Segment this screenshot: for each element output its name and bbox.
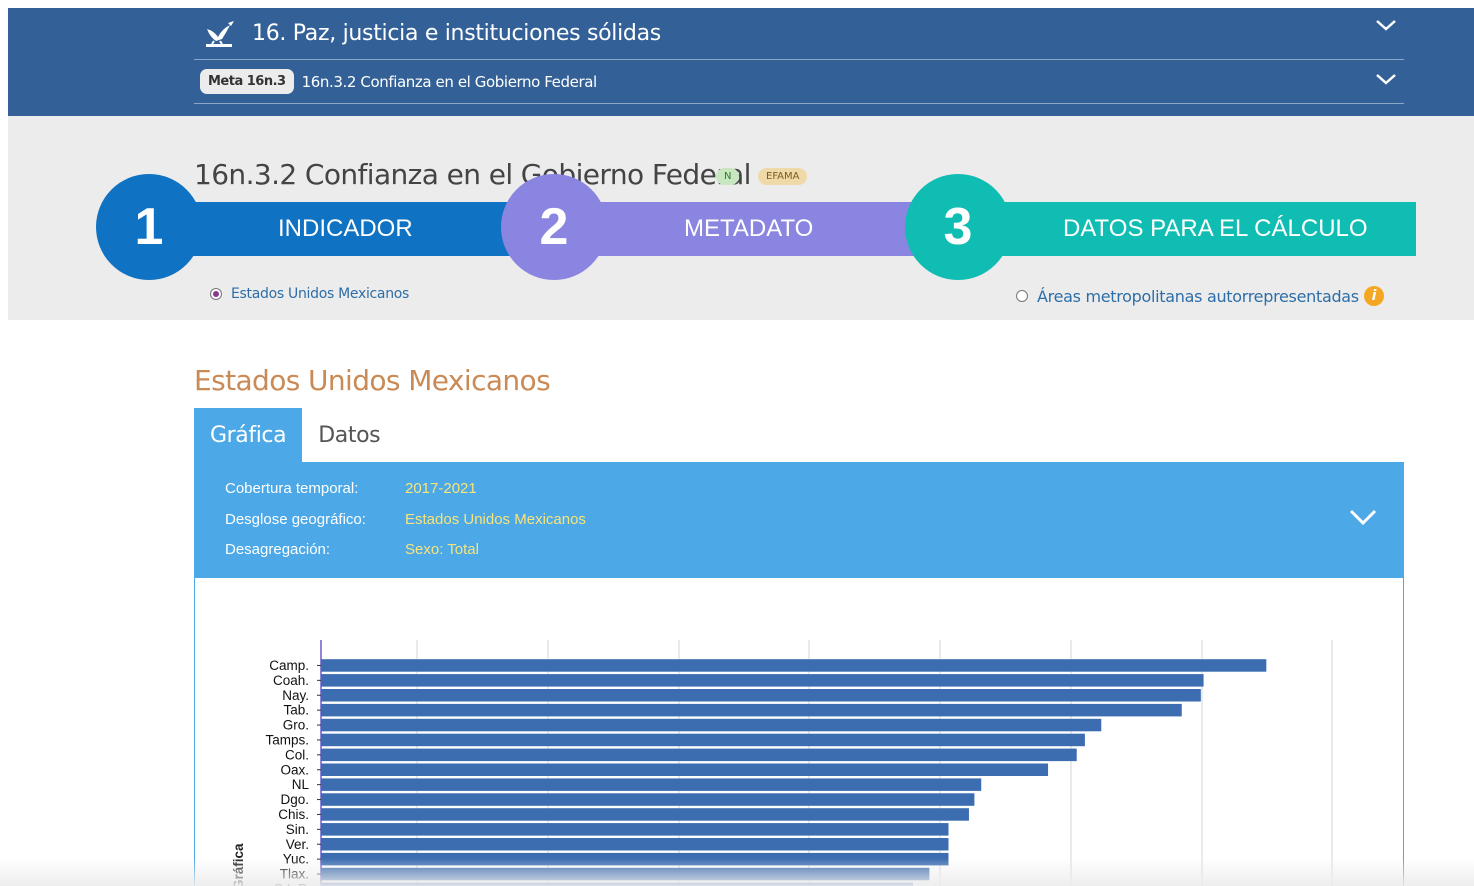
bar[interactable] [321,659,1267,672]
bar[interactable] [321,703,1182,717]
filter-panel: Cobertura temporal: 2017-2021 Desglose ge… [194,462,1404,578]
section-title: Estados Unidos Mexicanos [194,364,551,397]
chart-frame: Camp. Coah. Nay. Tab. Gro. Tamps. Col. Oax. NL Dg… [194,578,1404,886]
filter-desglose: Desglose geográfico: Estados Unidos Mexic… [225,511,586,528]
badge-n: N [716,168,740,185]
y-tick-label: Tamps. [265,732,309,747]
bar[interactable] [321,763,1049,777]
tab-datos[interactable]: Datos [302,408,396,462]
y-tick-label: Col. [285,747,309,762]
filter-value: 2017-2021 [405,480,477,497]
chevron-down-icon[interactable] [1348,506,1378,528]
bar[interactable] [321,838,949,851]
y-tick-label: Camp. [269,658,309,673]
radio-metro[interactable]: Áreas metropolitanas autorrepresentadas … [1016,286,1384,306]
bar-chart: Camp.Coah.Nay.Tab.Gro.Tamps.Col.Oax.NLDg… [231,640,1333,886]
step-label: METADATO [684,215,814,242]
chevron-down-icon[interactable] [1374,70,1398,90]
bar[interactable] [321,733,1085,747]
filter-value: Sexo: Total [405,541,479,558]
y-tick-label: NL [292,777,310,792]
step-datos-calculo[interactable]: DATOS PARA EL CÁLCULO [956,202,1416,256]
page: 16. Paz, justicia e instituciones sólida… [0,0,1474,886]
goal-title: 16. Paz, justicia e instituciones sólida… [252,21,661,46]
dove-icon [202,16,238,52]
tab-bar: Gráfica Datos [194,408,396,462]
radio-label: Estados Unidos Mexicanos [231,286,410,302]
y-tick-label: Sin. [286,822,309,837]
filter-label: Desagregación: [225,541,331,558]
y-tick-label: Tab. [283,703,309,718]
bar[interactable] [321,778,982,791]
bar[interactable] [321,808,969,821]
filter-value: Estados Unidos Mexicanos [405,511,586,528]
meta-row[interactable]: Meta 16n.3 16n.3.2 Confianza en el Gobie… [194,60,1404,104]
y-tick-label: Dgo. [280,792,309,807]
bar[interactable] [321,748,1077,762]
bar[interactable] [321,793,975,806]
bar[interactable] [321,674,1204,687]
step-indicador[interactable]: INDICADOR [146,202,556,256]
tab-grafica[interactable]: Gráfica [194,408,303,462]
bar[interactable] [321,718,1102,732]
filter-label: Cobertura temporal: [225,480,359,497]
step-number-circle: 3 [905,174,1011,280]
y-tick-label: Chis. [278,807,309,822]
meta-pill: Meta 16n.3 [200,69,294,94]
filter-label: Desglose geográfico: [225,511,366,528]
step-label: DATOS PARA EL CÁLCULO [1063,215,1368,242]
badge-efama: EFAMA [758,168,808,185]
indicator-title: 16n.3.2 Confianza en el Gobierno Federal [194,158,751,191]
radio-checked-icon[interactable] [210,288,222,300]
y-tick-label: Ver. [286,837,309,852]
goal-header: 16. Paz, justicia e instituciones sólida… [8,8,1474,116]
filter-cobertura: Cobertura temporal: 2017-2021 [225,480,477,497]
radio-national[interactable]: Estados Unidos Mexicanos [210,286,409,302]
y-tick-label: Coah. [273,673,309,688]
step-number-circle: 2 [501,174,607,280]
radio-unchecked-icon[interactable] [1016,290,1028,302]
step-label: INDICADOR [278,215,413,242]
bar[interactable] [321,823,949,836]
radio-label: Áreas metropolitanas autorrepresentadas [1037,286,1359,306]
goal-row[interactable]: 16. Paz, justicia e instituciones sólida… [194,8,1404,60]
y-tick-label: Nay. [282,688,309,703]
info-icon[interactable]: i [1363,286,1384,306]
bar[interactable] [321,689,1201,702]
step-metadato[interactable]: METADATO [552,202,962,256]
filter-desagregacion: Desagregación: Sexo: Total [225,541,479,558]
chevron-down-icon[interactable] [1374,16,1398,36]
step-number-circle: 1 [96,174,202,280]
meta-text: 16n.3.2 Confianza en el Gobierno Federal [301,72,598,91]
bottom-fade [0,858,1474,886]
y-tick-label: Oax. [280,762,309,777]
y-tick-label: Gro. [283,718,309,733]
